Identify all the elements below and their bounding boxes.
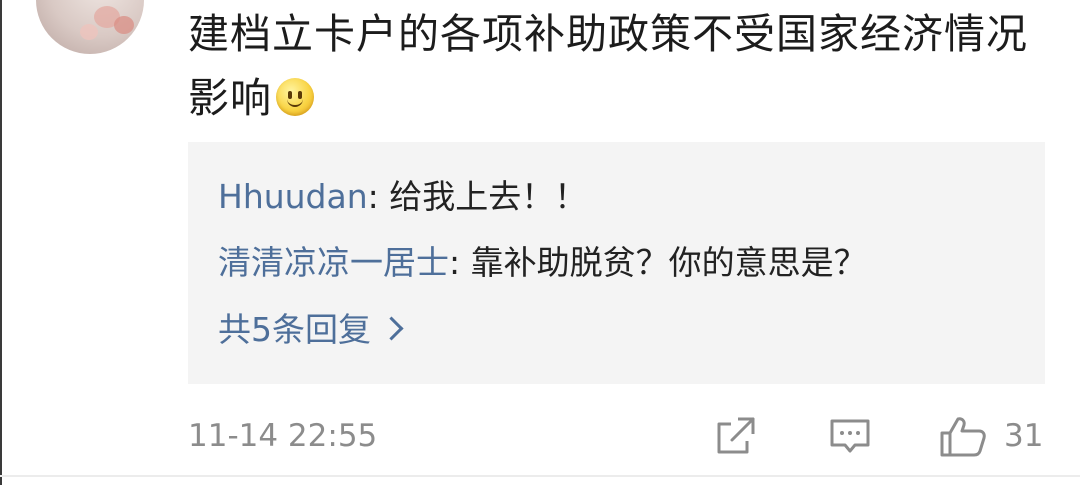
smiley-emoji-icon bbox=[276, 78, 314, 116]
share-icon bbox=[717, 417, 755, 454]
reply-username[interactable]: Hhuudan bbox=[218, 177, 368, 216]
left-border bbox=[0, 0, 2, 485]
reply-username[interactable]: 清清凉凉一居士 bbox=[218, 243, 449, 282]
reply-item[interactable]: Hhuudan: 给我上去！！ bbox=[218, 175, 587, 219]
comment-icon bbox=[830, 419, 870, 453]
thumbs-up-icon bbox=[940, 417, 986, 457]
comment-timestamp: 11-14 22:55 bbox=[188, 418, 378, 454]
more-replies-link[interactable]: 共5条回复 bbox=[218, 308, 404, 352]
reply-separator: : bbox=[367, 177, 390, 216]
share-button[interactable] bbox=[714, 414, 758, 458]
reply-preview-box[interactable]: Hhuudan: 给我上去！！ 清清凉凉一居士: 靠补助脱贫？你的意思是？ 共5… bbox=[188, 142, 1045, 384]
comment-text: 建档立卡户的各项补助政策不受国家经济情况影响 bbox=[188, 10, 1028, 122]
reply-text: 给我上去！！ bbox=[389, 177, 588, 216]
like-button[interactable] bbox=[938, 414, 988, 458]
more-replies-label: 共5条回复 bbox=[218, 310, 371, 349]
avatar[interactable] bbox=[36, 0, 144, 54]
reply-text: 靠补助脱贫？你的意思是？ bbox=[470, 243, 867, 282]
like-count: 31 bbox=[1004, 418, 1044, 454]
reply-button[interactable] bbox=[828, 414, 872, 458]
comment-body: 建档立卡户的各项补助政策不受国家经济情况影响 bbox=[188, 2, 1058, 130]
chevron-right-icon bbox=[379, 316, 404, 341]
reply-item[interactable]: 清清凉凉一居士: 靠补助脱贫？你的意思是？ bbox=[218, 241, 867, 285]
reply-separator: : bbox=[449, 243, 471, 282]
comment-divider bbox=[0, 475, 1080, 477]
